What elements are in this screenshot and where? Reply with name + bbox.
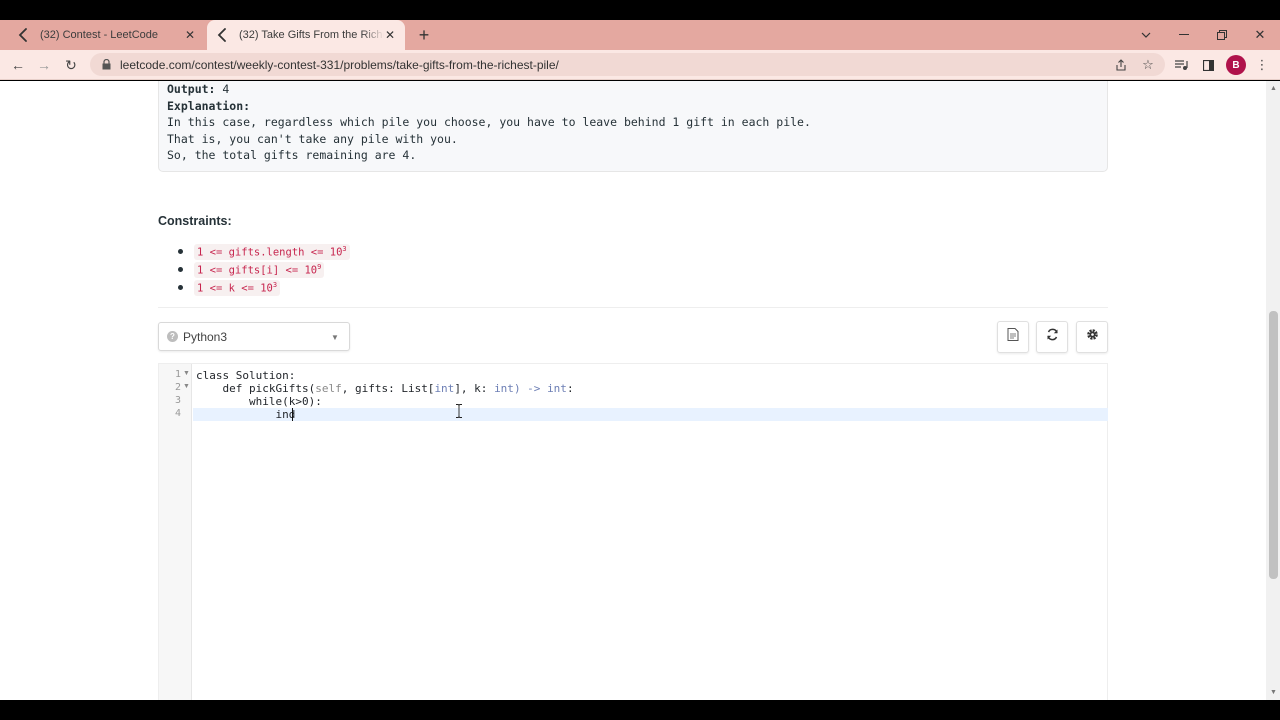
lock-icon[interactable] [100, 59, 112, 71]
bookmark-star-icon[interactable]: ☆ [1138, 55, 1158, 75]
tab-search-icon[interactable] [1136, 25, 1156, 45]
restore-icon[interactable] [1212, 25, 1232, 45]
active-line-highlight [193, 408, 1108, 421]
code-token: int [547, 382, 567, 395]
example-output-line: Output: 4 [167, 82, 229, 96]
reset-code-button[interactable] [1036, 321, 1068, 353]
share-icon[interactable] [1111, 55, 1131, 75]
constraint-text: 1 <= gifts[i] <= 10 [197, 264, 318, 277]
scroll-down-icon[interactable]: ▼ [1269, 688, 1278, 697]
constraint-item: 1 <= gifts.length <= 103 [178, 244, 350, 260]
help-icon[interactable]: ? [167, 331, 178, 342]
example-block: Output: 4 Explanation: In this case, reg… [158, 81, 1108, 172]
ibeam-cursor-icon [456, 404, 462, 418]
media-control-icon[interactable] [1171, 55, 1191, 75]
profile-avatar[interactable]: B [1226, 55, 1246, 75]
language-label: Python3 [183, 329, 228, 344]
notes-icon [1007, 328, 1019, 346]
constraint-exponent: 3 [272, 281, 278, 289]
close-tab-icon[interactable]: ✕ [183, 28, 197, 42]
explanation-line: So, the total gifts remaining are 4. [167, 148, 417, 162]
fold-arrow-icon[interactable]: ▼ [183, 370, 190, 377]
scroll-thumb[interactable] [1269, 311, 1278, 579]
leetcode-favicon-icon [16, 27, 32, 43]
tab-title: (32) Contest - LeetCode [40, 29, 159, 41]
line-number: 3 [174, 395, 181, 406]
tab-strip: (32) Contest - LeetCode ✕ (32) Take Gift… [0, 20, 1280, 50]
explanation-line: In this case, regardless which pile you … [167, 115, 811, 129]
constraint-code: 1 <= gifts.length <= 103 [194, 244, 350, 260]
constraints-heading: Constraints: [158, 214, 232, 228]
explanation-label: Explanation: [167, 99, 251, 113]
notes-button[interactable] [997, 321, 1029, 353]
constraint-code: 1 <= k <= 103 [194, 280, 281, 296]
fold-arrow-icon[interactable]: ▼ [183, 383, 190, 390]
text-cursor [292, 408, 293, 421]
code-token: int [434, 382, 455, 395]
reload-icon[interactable]: ↻ [61, 55, 81, 75]
screen: (32) Contest - LeetCode ✕ (32) Take Gift… [0, 0, 1280, 720]
bullet [178, 267, 183, 273]
output-value: 4 [215, 82, 230, 96]
code-token: ) -> [513, 382, 548, 395]
line-gutter: 1 ▼ 2 ▼ 3 4 [159, 364, 192, 700]
forward-icon[interactable]: → [34, 55, 54, 75]
output-label: Output: [167, 82, 216, 96]
url-text: leetcode.com/contest/weekly-contest-331/… [120, 57, 559, 72]
tab-title: (32) Take Gifts From the Richest Pile - … [239, 29, 384, 41]
constraint-exponent: 3 [342, 245, 347, 253]
tab-contest[interactable]: (32) Contest - LeetCode ✕ [8, 20, 205, 50]
reset-icon [1046, 328, 1059, 346]
constraint-exponent: 9 [317, 263, 322, 271]
language-select[interactable]: ? Python3 ▼ [158, 322, 350, 351]
code-line: class Solution: [196, 369, 296, 382]
code-editor[interactable]: 1 ▼ 2 ▼ 3 4 class Solution: def pickGift… [158, 363, 1108, 700]
side-panel-icon[interactable] [1198, 55, 1218, 75]
code-line: ind [196, 408, 296, 421]
constraint-text: 1 <= k <= 10 [197, 282, 273, 295]
back-icon[interactable]: ← [8, 55, 28, 75]
menu-kebab-icon[interactable]: ⋮ [1252, 55, 1272, 75]
problem-page: Output: 4 Explanation: In this case, reg… [0, 81, 1266, 700]
constraint-code: 1 <= gifts[i] <= 109 [194, 262, 325, 278]
code-token: self [315, 382, 342, 395]
code-token: def pickGifts( [196, 382, 316, 395]
code-line: while(k>0): [196, 395, 322, 408]
page-scrollbar[interactable]: ▲ ▼ [1266, 81, 1280, 700]
constraint-text: 1 <= gifts.length <= 10 [197, 246, 343, 259]
bullet [178, 285, 183, 291]
explanation-line: That is, you can't take any pile with yo… [167, 132, 458, 146]
line-number: 2 [174, 382, 181, 393]
code-line: def pickGifts(self, gifts: List[int], k:… [196, 382, 574, 395]
section-divider [158, 307, 1108, 308]
code-token: : [566, 382, 574, 395]
caret-down-icon: ▼ [331, 332, 339, 342]
constraint-item: 1 <= k <= 103 [178, 280, 281, 296]
new-tab-icon[interactable]: + [414, 25, 434, 45]
minimize-icon[interactable] [1174, 25, 1194, 45]
code-token: , gifts: List[ [341, 382, 435, 395]
constraint-item: 1 <= gifts[i] <= 109 [178, 262, 325, 278]
line-number: 4 [174, 408, 181, 419]
close-window-icon[interactable]: ✕ [1250, 25, 1270, 45]
tab-problem[interactable]: (32) Take Gifts From the Richest Pile - … [207, 20, 405, 50]
bullet [178, 249, 183, 255]
scroll-up-icon[interactable]: ▲ [1269, 84, 1278, 93]
letterbox-bar [0, 700, 1280, 720]
close-tab-icon[interactable]: ✕ [383, 28, 397, 42]
editor-settings-button[interactable] [1076, 321, 1108, 353]
line-number: 1 [174, 369, 181, 380]
address-bar[interactable]: leetcode.com/contest/weekly-contest-331/… [90, 53, 1165, 76]
leetcode-favicon-icon [215, 27, 231, 43]
browser-toolbar: ← → ↻ leetcode.com/contest/weekly-contes… [0, 50, 1280, 80]
code-token: int [494, 382, 514, 395]
code-token: ], k: [454, 382, 495, 395]
settings-icon [1086, 328, 1099, 346]
